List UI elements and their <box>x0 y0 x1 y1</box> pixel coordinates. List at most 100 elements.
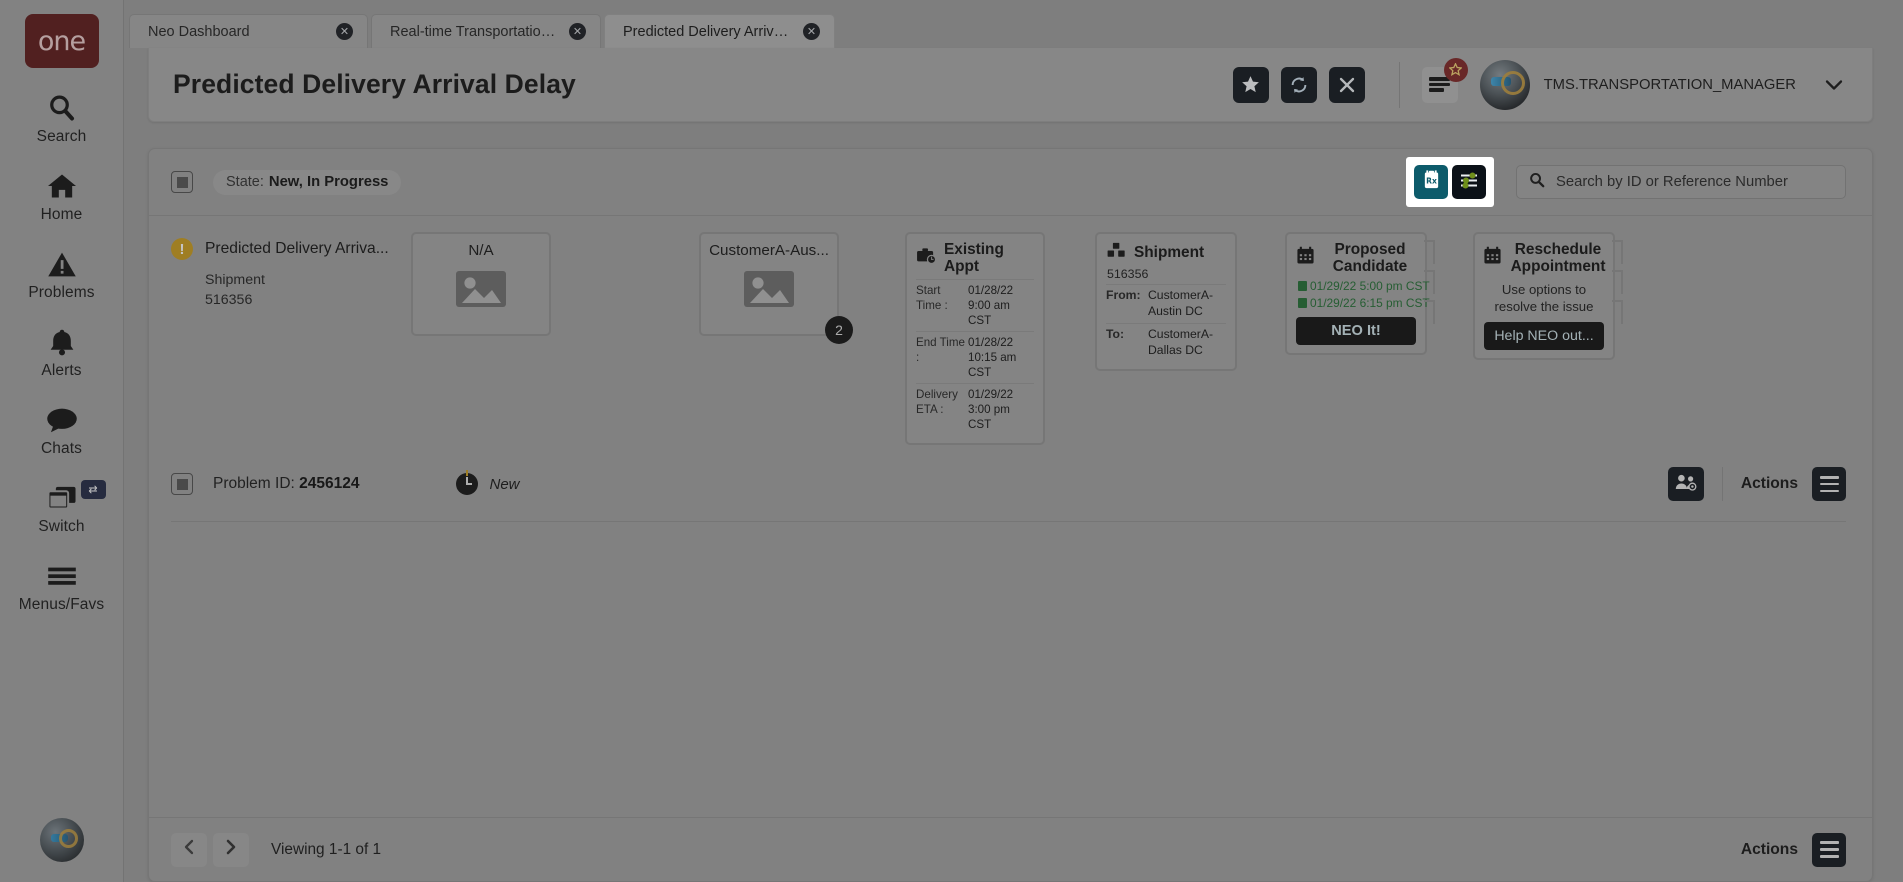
filter-row: State: New, In Progress Rx <box>149 149 1872 215</box>
search-icon <box>47 89 77 127</box>
reschedule-appointment-card: Reschedule Appointment Use options to re… <box>1473 232 1623 361</box>
assign-people-button[interactable] <box>1667 467 1704 502</box>
tab-label: Neo Dashboard <box>148 23 250 40</box>
home-icon <box>46 167 78 205</box>
sidebar-item-search[interactable]: Search <box>0 89 124 146</box>
svg-text:Rx: Rx <box>1426 176 1437 185</box>
tab-neo-dashboard[interactable]: Neo Dashboard ✕ <box>129 14 368 48</box>
image-placeholder-icon <box>742 267 796 316</box>
card-row: To: CustomerA-Dallas DC <box>1106 322 1226 362</box>
viewing-count-text: Viewing 1-1 of 1 <box>271 840 382 858</box>
swap-arrows-icon[interactable]: ⇄ <box>80 480 106 499</box>
problem-description-head: ! Predicted Delivery Arriva... <box>171 238 411 260</box>
select-all-checkbox[interactable] <box>171 171 193 193</box>
calendar-mini-icon <box>1298 297 1307 308</box>
warning-triangle-icon <box>47 245 77 283</box>
problem-row-cards: ! Predicted Delivery Arriva... Shipment … <box>171 216 1846 446</box>
sidebar-item-chats[interactable]: Chats <box>0 401 124 458</box>
sidebar-label-alerts: Alerts <box>41 362 82 379</box>
sidebar-item-alerts[interactable]: Alerts <box>0 323 124 380</box>
thumbnail-card[interactable]: CustomerA-Aus... 2 <box>699 232 853 344</box>
sidebar-item-switch[interactable]: ⇄ Switch <box>0 479 124 536</box>
state-filter-chip[interactable]: State: New, In Progress <box>213 169 402 195</box>
filter-settings-button[interactable] <box>1452 165 1486 199</box>
problem-list: ! Predicted Delivery Arriva... Shipment … <box>149 215 1872 523</box>
state-filter-value: New, In Progress <box>268 174 389 190</box>
problem-status: New <box>455 470 520 496</box>
header-menu-button[interactable] <box>1421 57 1468 103</box>
thumbnail-card[interactable]: N/A <box>411 232 551 336</box>
favorite-button[interactable] <box>1232 66 1269 103</box>
problem-actions-label: Actions <box>1740 475 1798 493</box>
row-value: CustomerA-Austin DC <box>1148 288 1214 318</box>
problem-id-row: Problem ID: 2456124 New Actions <box>171 445 1846 521</box>
tab-realtime-transportation[interactable]: Real-time Transportation Executi... ✕ <box>371 14 601 48</box>
row-value: 01/28/22 9:00 am CST <box>968 283 1014 327</box>
clock-icon <box>455 470 478 496</box>
row-key: Delivery ETA : <box>916 387 958 416</box>
problem-subject: Shipment 516356 <box>205 270 411 310</box>
hamburger-icon-bar <box>1819 475 1839 479</box>
tab-label: Real-time Transportation Executi... <box>390 23 559 40</box>
checkbox-indeterminate-mark <box>176 176 188 188</box>
hamburger-icon-bar <box>1819 841 1839 845</box>
footer-actions-button[interactable] <box>1812 832 1846 867</box>
candidate-date-1-text: 01/29/22 5:00 pm CST <box>1310 278 1430 293</box>
bell-icon <box>48 323 76 361</box>
refresh-button[interactable] <box>1280 66 1317 103</box>
problem-type-title: Predicted Delivery Arriva... <box>205 240 389 257</box>
sidebar-item-problems[interactable]: Problems <box>0 245 124 302</box>
spotlight-highlight: Rx <box>1406 157 1494 207</box>
calendar-icon <box>1483 246 1502 270</box>
chat-bubble-icon <box>46 401 78 439</box>
close-button[interactable] <box>1328 66 1365 103</box>
tab-predicted-delivery-arrival-delay[interactable]: Predicted Delivery Arrival Delay ✕ <box>604 14 835 48</box>
hamburger-icon-bar <box>1819 482 1839 486</box>
chevron-down-icon[interactable] <box>1822 73 1846 97</box>
boxes-icon <box>1106 241 1127 264</box>
content-card: State: New, In Progress Rx Search by ID … <box>148 148 1873 882</box>
user-name: TMS.TRANSPORTATION_MANAGER <box>1543 76 1796 93</box>
problem-row-checkbox[interactable] <box>171 473 193 496</box>
card-title: Existing Appt <box>944 241 1004 276</box>
status-badge: New <box>489 475 520 493</box>
hamburger-icon <box>46 557 78 595</box>
close-icon[interactable]: ✕ <box>569 23 586 40</box>
checkbox-indeterminate-mark <box>176 478 188 490</box>
card-title: Proposed Candidate <box>1332 241 1408 276</box>
problem-actions-button[interactable] <box>1812 467 1846 502</box>
search-box[interactable] <box>1516 165 1846 199</box>
thumbnail-count-badge: 2 <box>825 316 853 344</box>
neo-it-button[interactable]: NEO It! <box>1296 316 1416 345</box>
calendar-icon <box>1296 246 1315 270</box>
thumbnail-caption: CustomerA-Aus... <box>709 242 829 259</box>
image-placeholder-icon <box>454 267 508 316</box>
help-neo-out-button[interactable]: Help NEO out... <box>1484 322 1604 351</box>
sliders-icon <box>1459 171 1479 194</box>
search-input[interactable] <box>1556 174 1833 190</box>
problem-subject-label: Shipment <box>205 272 265 288</box>
close-icon[interactable]: ✕ <box>336 23 353 40</box>
one-network-logo[interactable]: one <box>24 14 99 68</box>
sidebar-item-menus-favs[interactable]: Menus/Favs <box>0 557 124 614</box>
candidate-date-2: 01/29/22 6:15 pm CST <box>1298 296 1430 310</box>
sidebar-label-switch: Switch <box>38 518 85 535</box>
problem-description: ! Predicted Delivery Arriva... Shipment … <box>171 232 411 310</box>
row-value: 01/29/22 3:00 pm CST <box>968 387 1014 431</box>
calendar-mini-icon <box>1298 280 1307 291</box>
sidebar-item-home[interactable]: Home <box>0 167 124 224</box>
neo-bot-avatar[interactable] <box>39 818 84 862</box>
appointment-briefcase-clock-icon <box>916 247 937 269</box>
row-key: To: <box>1106 326 1125 341</box>
hamburger-icon-bar <box>1819 489 1839 493</box>
card-row: From: CustomerA-Austin DC <box>1106 284 1226 323</box>
avatar[interactable] <box>1479 59 1530 110</box>
report-document-button[interactable]: Rx <box>1414 165 1448 199</box>
previous-page-button[interactable] <box>171 832 207 867</box>
header-divider <box>1398 61 1400 108</box>
problem-id-text: Problem ID: 2456124 <box>213 475 360 493</box>
close-icon[interactable]: ✕ <box>803 23 820 40</box>
next-page-button[interactable] <box>213 832 249 867</box>
thumbnail-caption: N/A <box>468 242 494 259</box>
avatar-halo <box>1500 70 1525 95</box>
